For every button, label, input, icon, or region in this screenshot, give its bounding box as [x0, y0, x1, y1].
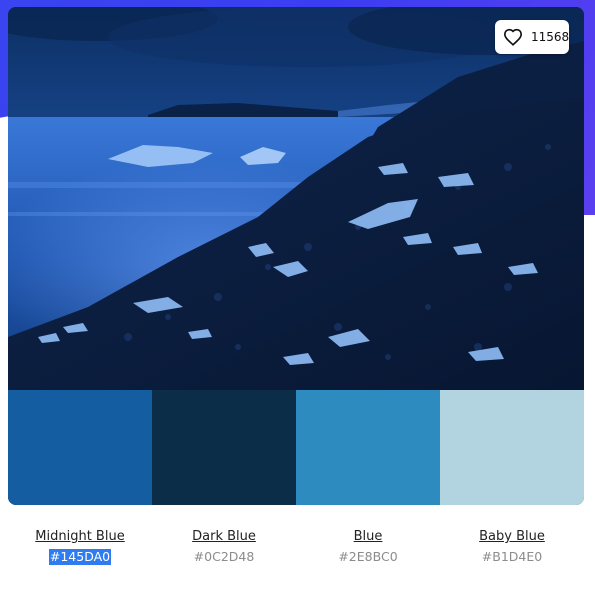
palette-photo: 11568 [8, 7, 584, 390]
palette-page: 11568 Midnight Blue #145DA0 Dark Blue #0… [0, 0, 595, 596]
swatch-dark-blue[interactable] [152, 390, 296, 505]
color-name-link[interactable]: Midnight Blue [35, 528, 124, 545]
color-hex-code[interactable]: #B1D4E0 [481, 549, 543, 565]
heart-icon [503, 28, 523, 46]
label-dark-blue: Dark Blue #0C2D48 [152, 527, 296, 566]
color-hex-code[interactable]: #145DA0 [48, 549, 112, 565]
swatch-row [8, 390, 584, 505]
label-blue: Blue #2E8BC0 [296, 527, 440, 566]
color-labels: Midnight Blue #145DA0 Dark Blue #0C2D48 … [8, 527, 584, 566]
label-midnight-blue: Midnight Blue #145DA0 [8, 527, 152, 566]
color-hex-code[interactable]: #0C2D48 [193, 549, 256, 565]
palette-card: 11568 [8, 7, 584, 505]
like-count: 11568 [531, 30, 570, 44]
color-name-link[interactable]: Baby Blue [479, 528, 545, 545]
swatch-blue[interactable] [296, 390, 440, 505]
like-button[interactable]: 11568 [495, 20, 569, 54]
swatch-midnight-blue[interactable] [8, 390, 152, 505]
label-baby-blue: Baby Blue #B1D4E0 [440, 527, 584, 566]
swatch-baby-blue[interactable] [440, 390, 584, 505]
color-name-link[interactable]: Dark Blue [192, 528, 256, 545]
color-hex-code[interactable]: #2E8BC0 [337, 549, 398, 565]
color-name-link[interactable]: Blue [354, 528, 383, 545]
